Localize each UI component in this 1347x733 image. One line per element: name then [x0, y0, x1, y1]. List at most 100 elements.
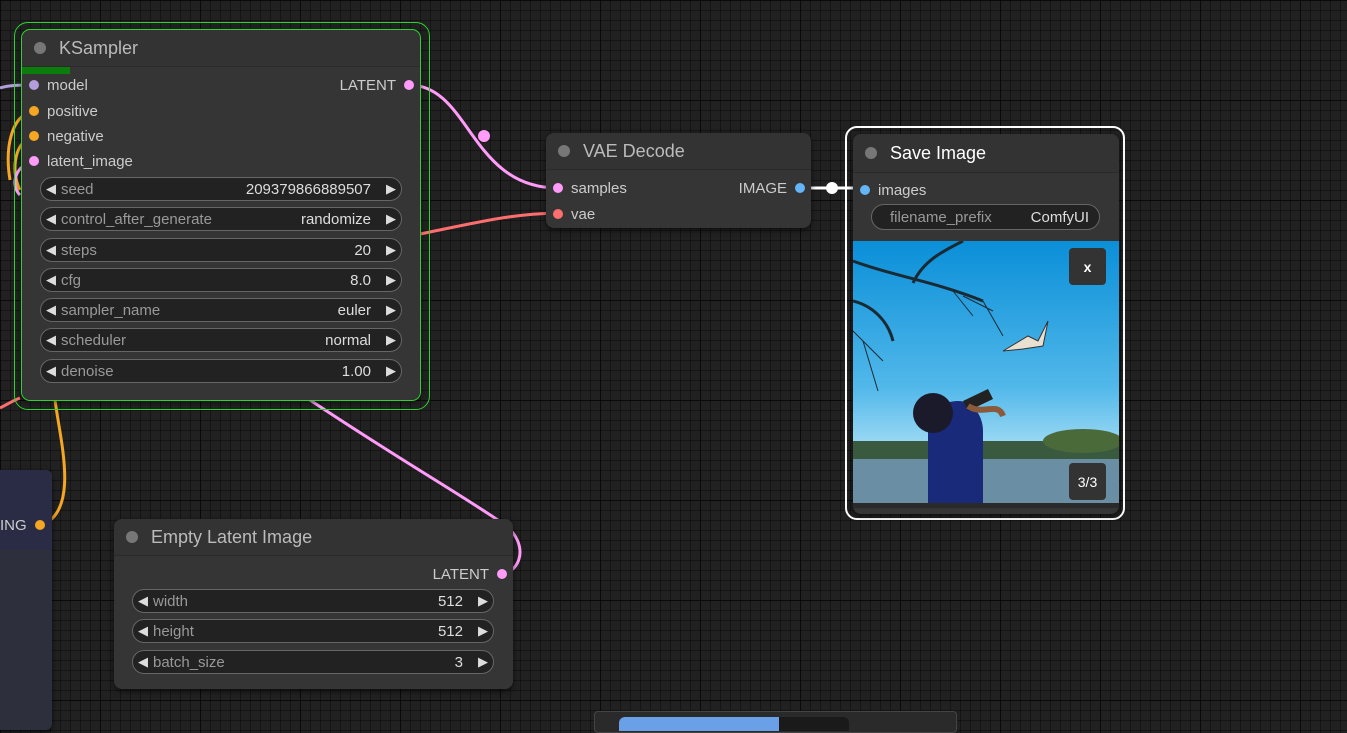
widget-control-after-generate[interactable]: ◀ control_after_generate randomize ▶: [40, 207, 402, 231]
slot-label: images: [878, 181, 927, 199]
slot-label: model: [47, 76, 88, 94]
slot-label: latent_image: [47, 152, 133, 170]
progress-fill: [22, 67, 70, 74]
increment-arrow-icon[interactable]: ▶: [381, 332, 401, 348]
ksampler-node[interactable]: KSampler model positive negative latent_…: [14, 22, 430, 410]
wire-left-red: [0, 396, 21, 410]
node-title: KSampler: [59, 37, 139, 58]
output-dot[interactable]: [34, 520, 45, 530]
increment-arrow-icon[interactable]: ▶: [381, 363, 401, 379]
increment-arrow-icon[interactable]: ▶: [381, 181, 401, 197]
toolbar-active-segment[interactable]: [619, 717, 779, 731]
collapse-dot[interactable]: [34, 42, 46, 54]
partial-node[interactable]: ING: [0, 470, 52, 730]
decrement-arrow-icon[interactable]: ◀: [41, 302, 61, 318]
decrement-arrow-icon[interactable]: ◀: [41, 181, 61, 197]
input-dot[interactable]: [860, 185, 870, 195]
node-title-bar[interactable]: VAE Decode: [546, 133, 811, 170]
node-title-bar[interactable]: KSampler: [22, 30, 420, 67]
image-preview[interactable]: x 3/3: [853, 241, 1119, 508]
empty-latent-image-node[interactable]: Empty Latent Image LATENT ◀ width 512 ▶ ◀ he…: [114, 519, 513, 689]
widget-label: cfg: [61, 271, 82, 289]
input-dot[interactable]: [29, 80, 39, 90]
input-vae[interactable]: vae: [553, 205, 595, 223]
input-dot[interactable]: [553, 183, 563, 193]
decrement-arrow-icon[interactable]: ◀: [41, 332, 61, 348]
widget-batch-size[interactable]: ◀ batch_size 3 ▶: [132, 650, 494, 674]
widget-value: 209379866889507: [245, 180, 371, 198]
input-dot[interactable]: [29, 156, 39, 166]
image-counter: 3/3: [1069, 463, 1106, 500]
widget-steps[interactable]: ◀ steps 20 ▶: [40, 238, 402, 262]
widget-scheduler[interactable]: ◀ scheduler normal ▶: [40, 328, 402, 352]
decrement-arrow-icon[interactable]: ◀: [41, 272, 61, 288]
node-title: Save Image: [890, 142, 987, 163]
close-preview-button[interactable]: x: [1069, 248, 1106, 285]
widget-seed[interactable]: ◀ seed 209379866889507 ▶: [40, 177, 402, 201]
collapse-dot[interactable]: [126, 531, 138, 543]
wire-midpoint: [478, 130, 490, 142]
widget-label: control_after_generate: [61, 210, 212, 228]
slot-label: positive: [47, 102, 98, 120]
collapse-dot[interactable]: [865, 147, 877, 159]
toolbar-segment[interactable]: [779, 717, 849, 731]
output-image[interactable]: IMAGE: [739, 179, 805, 197]
decrement-arrow-icon[interactable]: ◀: [41, 363, 61, 379]
node-title: Empty Latent Image: [151, 526, 313, 547]
slot-label: negative: [47, 127, 104, 145]
widget-sampler-name[interactable]: ◀ sampler_name euler ▶: [40, 298, 402, 322]
increment-arrow-icon[interactable]: ▶: [381, 302, 401, 318]
widget-label: steps: [61, 241, 97, 259]
wire-midpoint: [826, 182, 838, 194]
collapse-dot[interactable]: [558, 145, 570, 157]
input-dot[interactable]: [553, 209, 563, 219]
increment-arrow-icon[interactable]: ▶: [473, 593, 493, 609]
decrement-arrow-icon[interactable]: ◀: [133, 654, 153, 670]
output-dot[interactable]: [497, 569, 507, 579]
widget-value: randomize: [300, 210, 371, 228]
widget-width[interactable]: ◀ width 512 ▶: [132, 589, 494, 613]
partial-output-slot[interactable]: ING: [0, 516, 45, 534]
widget-label: height: [153, 622, 194, 640]
widget-label: denoise: [61, 362, 114, 380]
decrement-arrow-icon[interactable]: ◀: [133, 593, 153, 609]
bottom-toolbar[interactable]: [594, 711, 957, 733]
node-title: VAE Decode: [583, 140, 685, 161]
slot-label: IMAGE: [738, 179, 787, 197]
output-latent[interactable]: LATENT: [433, 565, 507, 583]
save-image-node[interactable]: Save Image images filename_prefix ComfyU…: [853, 134, 1119, 514]
widget-value: 20: [354, 241, 371, 259]
output-latent[interactable]: LATENT: [340, 76, 414, 94]
input-model[interactable]: model: [29, 76, 88, 94]
decrement-arrow-icon[interactable]: ◀: [41, 211, 61, 227]
widget-height[interactable]: ◀ height 512 ▶: [132, 619, 494, 643]
input-negative[interactable]: negative: [29, 127, 104, 145]
widget-label: width: [153, 592, 189, 610]
widget-label: sampler_name: [61, 301, 161, 319]
input-latent-image[interactable]: latent_image: [29, 152, 133, 170]
input-dot[interactable]: [29, 106, 39, 116]
increment-arrow-icon[interactable]: ▶: [473, 623, 493, 639]
slot-label: samples: [571, 179, 627, 197]
input-images[interactable]: images: [860, 181, 926, 199]
node-title-bar[interactable]: Empty Latent Image: [114, 519, 513, 556]
increment-arrow-icon[interactable]: ▶: [381, 242, 401, 258]
increment-arrow-icon[interactable]: ▶: [473, 654, 493, 670]
node-title-bar[interactable]: Save Image: [853, 134, 1119, 173]
input-samples[interactable]: samples: [553, 179, 627, 197]
decrement-arrow-icon[interactable]: ◀: [133, 623, 153, 639]
widget-cfg[interactable]: ◀ cfg 8.0 ▶: [40, 268, 402, 292]
vae-decode-node[interactable]: VAE Decode samples vae IMAGE: [546, 133, 811, 228]
output-dot[interactable]: [404, 80, 414, 90]
decrement-arrow-icon[interactable]: ◀: [41, 242, 61, 258]
increment-arrow-icon[interactable]: ▶: [381, 211, 401, 227]
output-dot[interactable]: [795, 183, 805, 193]
input-positive[interactable]: positive: [29, 102, 98, 120]
widget-filename-prefix[interactable]: filename_prefix ComfyUI: [871, 204, 1100, 230]
widget-denoise[interactable]: ◀ denoise 1.00 ▶: [40, 359, 402, 383]
slot-label: LATENT: [339, 76, 396, 94]
widget-value: euler: [337, 301, 371, 319]
progress-bar: [22, 67, 420, 74]
input-dot[interactable]: [29, 131, 39, 141]
increment-arrow-icon[interactable]: ▶: [381, 272, 401, 288]
